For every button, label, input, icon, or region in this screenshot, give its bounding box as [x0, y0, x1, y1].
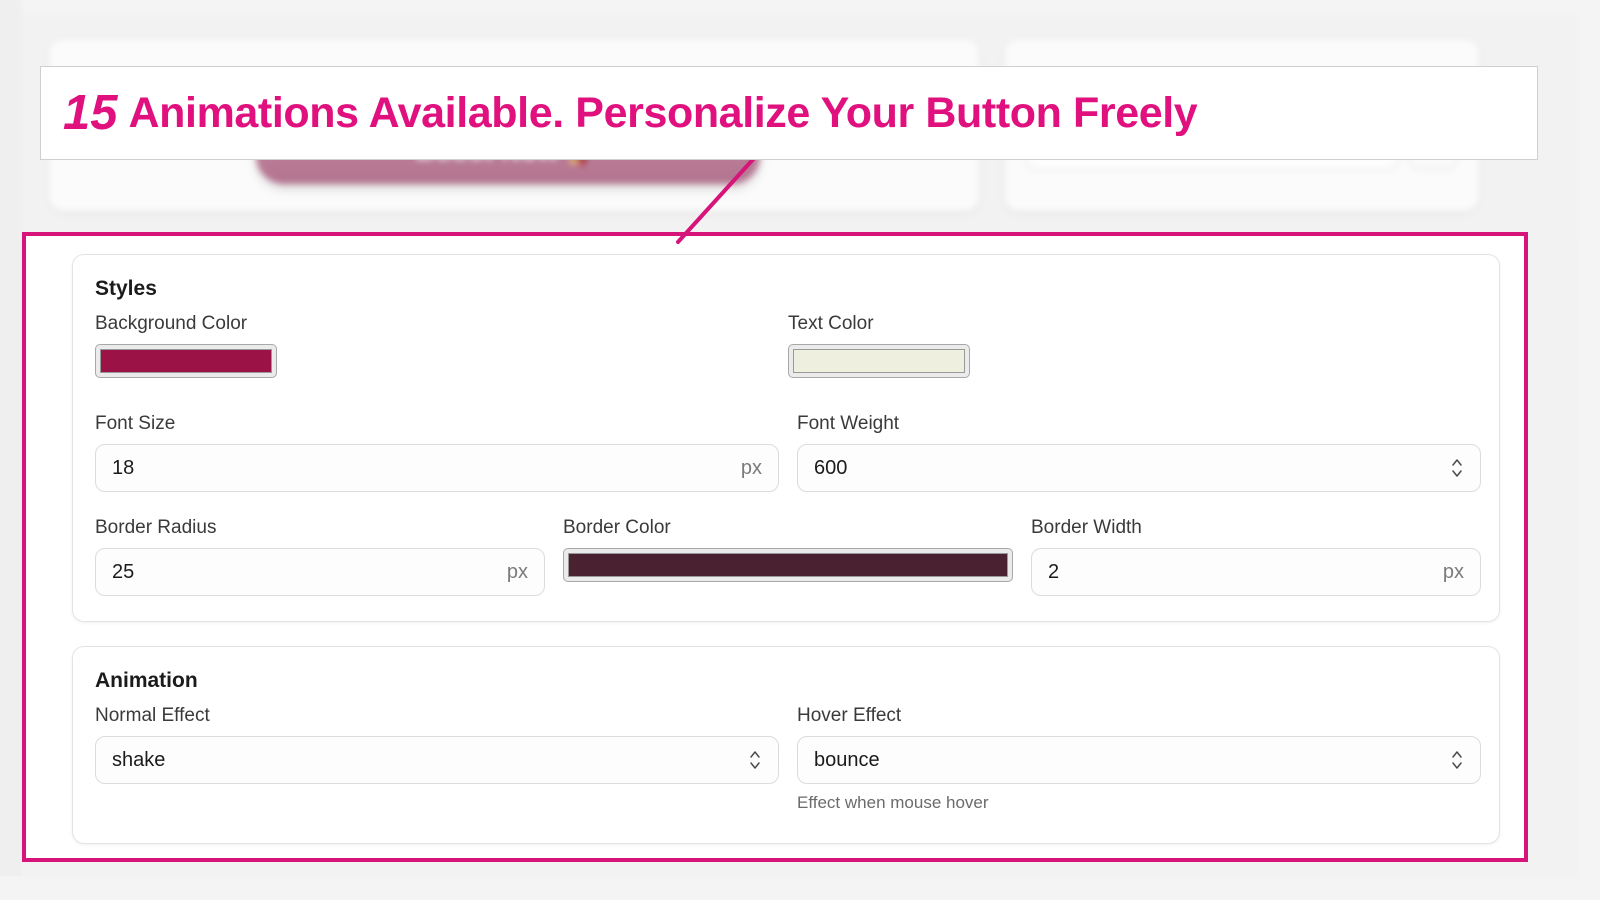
banner-headline: Animations Available. Personalize Your B…	[128, 88, 1198, 137]
border-color-swatch	[568, 553, 1008, 577]
font-weight-group: Font Weight 600	[797, 413, 1481, 492]
styles-panel: Styles Background Color Text Color Font …	[72, 254, 1500, 622]
banner-count: 15	[63, 85, 118, 140]
border-width-group: Border Width 2 px	[1031, 517, 1481, 596]
highlight-region: Styles Background Color Text Color Font …	[22, 232, 1528, 862]
font-weight-value: 600	[814, 456, 848, 479]
colors-row: Background Color Text Color	[95, 313, 1481, 378]
font-size-input[interactable]: 18 px	[95, 444, 779, 492]
chevron-updown-icon	[1452, 459, 1462, 477]
sizes-row: Font Size 18 px Font Weight 600	[95, 413, 1481, 492]
animation-panel-title: Animation	[95, 669, 198, 692]
normal-effect-select[interactable]: shake	[95, 736, 779, 784]
hover-effect-label: Hover Effect	[797, 705, 902, 726]
font-size-unit: px	[740, 456, 762, 479]
hover-effect-group: Hover Effect bounce Effect when mouse ho…	[797, 705, 1481, 813]
text-color-label: Text Color	[788, 313, 874, 334]
effects-row: Normal Effect shake Hover Effect bounce	[95, 705, 1481, 813]
border-width-label: Border Width	[1031, 517, 1142, 538]
styles-panel-title: Styles	[95, 277, 157, 300]
font-size-label: Font Size	[95, 413, 176, 434]
annotation-banner: 15 Animations Available. Personalize You…	[40, 66, 1538, 160]
border-radius-group: Border Radius 25 px	[95, 517, 545, 596]
background-color-swatch	[100, 349, 272, 373]
border-width-unit: px	[1442, 560, 1464, 583]
border-radius-input[interactable]: 25 px	[95, 548, 545, 596]
normal-effect-label: Normal Effect	[95, 705, 210, 726]
normal-effect-value: shake	[112, 748, 166, 771]
background-color-group: Background Color	[95, 313, 788, 378]
font-size-value: 18	[112, 456, 135, 479]
chevron-updown-icon	[1452, 751, 1462, 769]
text-color-picker[interactable]	[788, 344, 970, 378]
hover-effect-help: Effect when mouse hover	[797, 793, 989, 812]
text-color-swatch	[793, 349, 965, 373]
border-radius-label: Border Radius	[95, 517, 217, 538]
border-radius-value: 25	[112, 560, 135, 583]
border-width-input[interactable]: 2 px	[1031, 548, 1481, 596]
border-width-value: 2	[1048, 560, 1060, 583]
background-color-label: Background Color	[95, 313, 248, 334]
font-weight-label: Font Weight	[797, 413, 900, 434]
normal-effect-group: Normal Effect shake	[95, 705, 779, 813]
animation-panel: Animation Normal Effect shake Hover Effe…	[72, 646, 1500, 844]
border-color-label: Border Color	[563, 517, 671, 538]
text-color-group: Text Color	[788, 313, 1481, 378]
hover-effect-value: bounce	[814, 748, 880, 771]
border-color-picker[interactable]	[563, 548, 1013, 582]
border-color-group: Border Color	[563, 517, 1013, 596]
font-weight-select[interactable]: 600	[797, 444, 1481, 492]
chevron-updown-icon	[750, 751, 760, 769]
border-radius-unit: px	[506, 560, 528, 583]
border-row: Border Radius 25 px Border Color Border …	[95, 517, 1481, 596]
left-gutter	[0, 0, 22, 900]
bottom-strip	[0, 876, 1600, 900]
background-color-picker[interactable]	[95, 344, 277, 378]
hover-effect-select[interactable]: bounce	[797, 736, 1481, 784]
font-size-group: Font Size 18 px	[95, 413, 779, 492]
